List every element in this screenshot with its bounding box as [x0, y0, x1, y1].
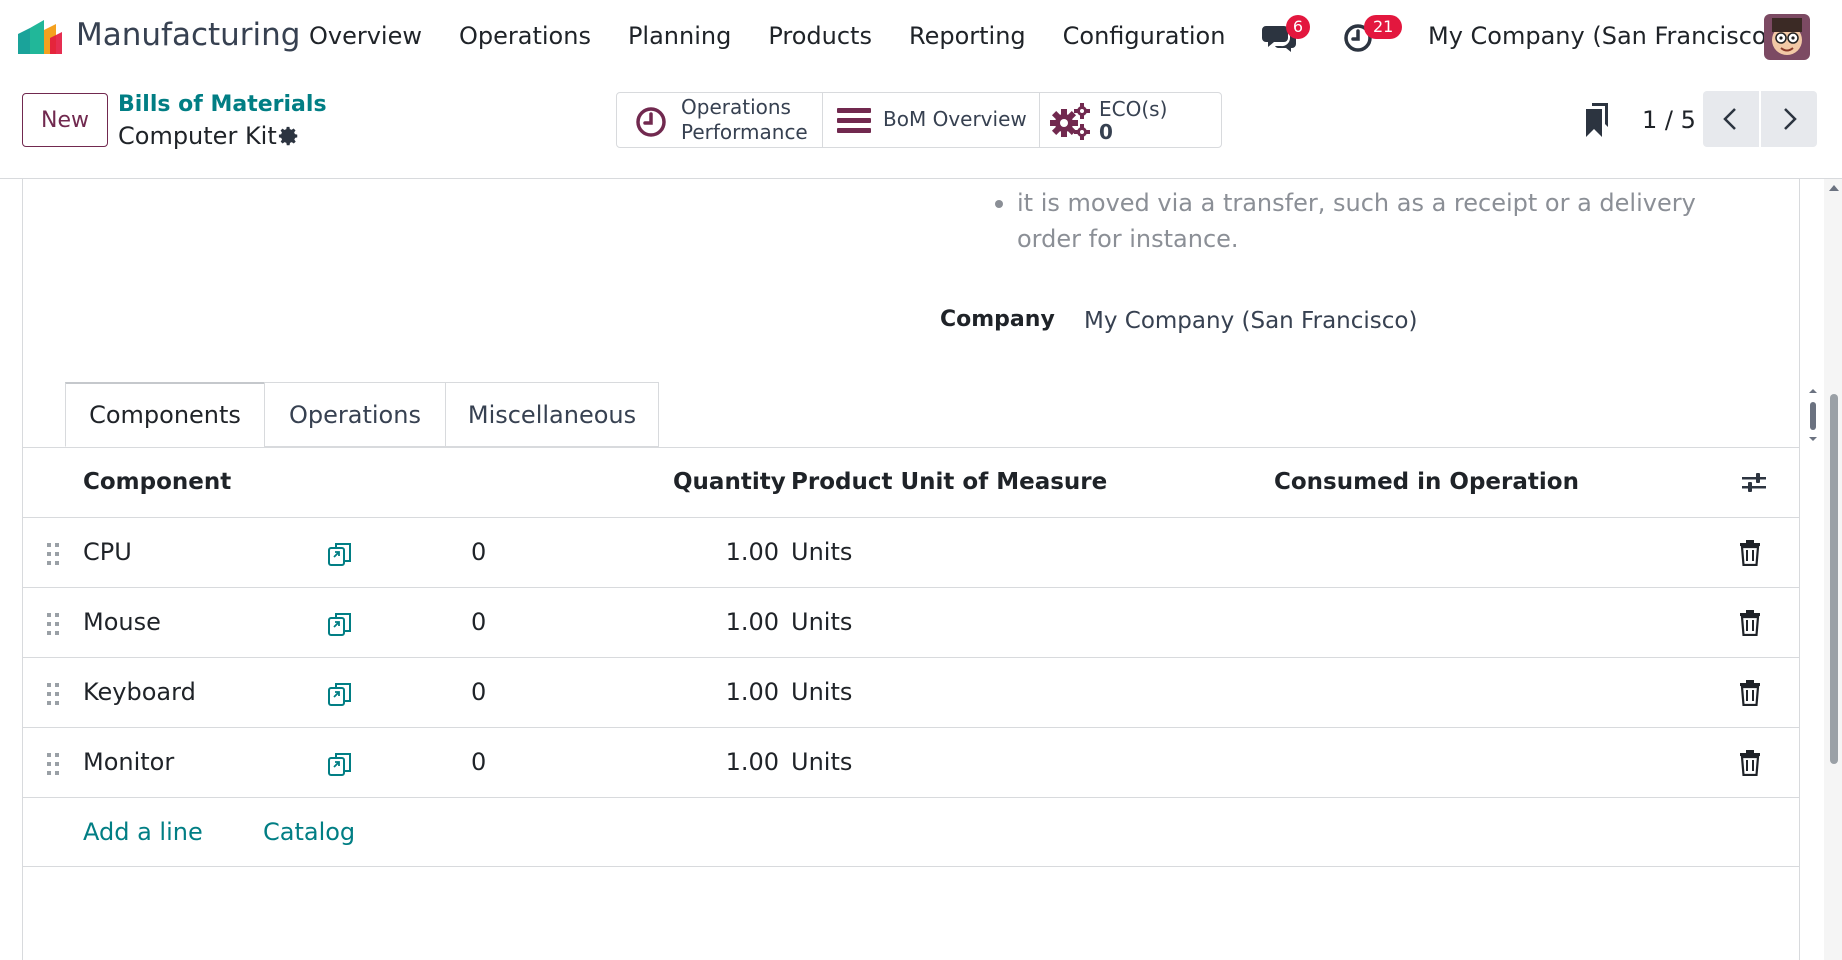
- scroll-up-arrow-icon[interactable]: [1828, 183, 1840, 193]
- user-avatar[interactable]: [1764, 14, 1810, 60]
- form-sheet: it is moved via a transfer, such as a re…: [22, 179, 1817, 960]
- control-panel: New Bills of Materials Computer Kit Oper…: [0, 76, 1842, 179]
- new-button[interactable]: New: [22, 93, 108, 147]
- trash-icon[interactable]: [1739, 680, 1761, 706]
- component-quantity[interactable]: 1.00: [726, 678, 779, 706]
- eco-count: 0: [1099, 120, 1113, 144]
- menu-configuration[interactable]: Configuration: [1063, 22, 1226, 50]
- notebook-tabs: Components Operations Miscellaneous: [65, 382, 659, 447]
- catalog-link[interactable]: Catalog: [263, 818, 355, 846]
- tab-miscellaneous[interactable]: Miscellaneous: [445, 382, 659, 447]
- tab-operations[interactable]: Operations: [264, 382, 446, 447]
- menu-planning[interactable]: Planning: [628, 22, 731, 50]
- gear-icon[interactable]: [278, 125, 300, 147]
- component-uom[interactable]: Units: [791, 608, 852, 636]
- trash-icon[interactable]: [1739, 610, 1761, 636]
- table-header: Component Quantity Product Unit of Measu…: [23, 448, 1799, 518]
- bom-overview-button[interactable]: BoM Overview: [823, 93, 1040, 147]
- company-switcher[interactable]: My Company (San Francisco): [1428, 22, 1776, 50]
- tabs-scrollbar[interactable]: [1805, 387, 1821, 443]
- eco-button[interactable]: ECO(s) 0: [1040, 93, 1221, 147]
- company-field-label: Company: [940, 307, 1055, 332]
- bullet-dot: [995, 200, 1003, 208]
- chevron-right-icon: [1784, 108, 1797, 130]
- column-consumed-in-operation[interactable]: Consumed in Operation: [1274, 469, 1579, 495]
- table-row[interactable]: Mouse 0 1.00 Units: [23, 588, 1799, 658]
- column-uom[interactable]: Product Unit of Measure: [791, 469, 1107, 495]
- smart-buttons: Operations Performance BoM Overview ECO(…: [616, 92, 1222, 148]
- list-bars-icon: [837, 108, 871, 133]
- add-line-row: Add a line Catalog: [23, 798, 1799, 867]
- gears-icon: [1050, 103, 1090, 140]
- trash-icon[interactable]: [1739, 540, 1761, 566]
- activities-badge: 21: [1364, 15, 1403, 39]
- pager-next-button[interactable]: [1761, 91, 1817, 147]
- copy-icon[interactable]: [326, 610, 354, 638]
- pager-previous-button[interactable]: [1703, 91, 1759, 147]
- menu-reporting[interactable]: Reporting: [909, 22, 1026, 50]
- operations-performance-line2: Performance: [681, 120, 808, 144]
- drag-handle-icon[interactable]: [45, 542, 61, 566]
- component-quantity[interactable]: 1.00: [726, 538, 779, 566]
- page-scrollbar-thumb[interactable]: [1830, 394, 1838, 764]
- table-row[interactable]: CPU 0 1.00 Units: [23, 518, 1799, 588]
- component-quantity[interactable]: 1.00: [726, 608, 779, 636]
- operations-performance-line1: Operations: [681, 95, 791, 119]
- drag-handle-icon[interactable]: [45, 612, 61, 636]
- component-extra-value: 0: [471, 678, 487, 706]
- column-component[interactable]: Component: [83, 469, 231, 495]
- copy-icon[interactable]: [326, 680, 354, 708]
- help-text-list: it is moved via a transfer, such as a re…: [995, 185, 1755, 257]
- component-name[interactable]: CPU: [83, 538, 132, 566]
- clock-icon: [636, 107, 666, 137]
- main-menu: Overview Operations Planning Products Re…: [309, 22, 1262, 50]
- manufacturing-app-icon[interactable]: [16, 20, 64, 56]
- drag-handle-icon[interactable]: [45, 752, 61, 776]
- menu-operations[interactable]: Operations: [459, 22, 591, 50]
- bookmarks-icon[interactable]: [1586, 103, 1608, 137]
- component-name[interactable]: Monitor: [83, 748, 174, 776]
- component-uom[interactable]: Units: [791, 678, 852, 706]
- component-name[interactable]: Keyboard: [83, 678, 196, 706]
- company-field-value[interactable]: My Company (San Francisco): [1084, 308, 1417, 334]
- menu-products[interactable]: Products: [768, 22, 872, 50]
- table-row[interactable]: Keyboard 0 1.00 Units: [23, 658, 1799, 728]
- component-uom[interactable]: Units: [791, 748, 852, 776]
- messages-badge: 6: [1286, 15, 1310, 39]
- trash-icon[interactable]: [1739, 750, 1761, 776]
- top-navbar: Manufacturing Overview Operations Planni…: [0, 0, 1842, 76]
- copy-icon[interactable]: [326, 750, 354, 778]
- drag-handle-icon[interactable]: [45, 682, 61, 706]
- breadcrumb-bills-of-materials[interactable]: Bills of Materials: [118, 92, 327, 117]
- breadcrumb-current-record: Computer Kit: [118, 122, 277, 150]
- app-name[interactable]: Manufacturing: [76, 17, 300, 53]
- chevron-left-icon: [1723, 108, 1736, 130]
- eco-label: ECO(s): [1099, 97, 1168, 121]
- table-row[interactable]: Monitor 0 1.00 Units: [23, 728, 1799, 798]
- component-extra-value: 0: [471, 538, 487, 566]
- optional-columns-icon[interactable]: [1741, 472, 1767, 494]
- component-quantity[interactable]: 1.00: [726, 748, 779, 776]
- help-text-item: it is moved via a transfer, such as a re…: [1017, 189, 1696, 253]
- pager-value[interactable]: 1 / 5: [1642, 106, 1696, 134]
- component-extra-value: 0: [471, 608, 487, 636]
- components-table: Component Quantity Product Unit of Measu…: [23, 448, 1799, 867]
- component-name[interactable]: Mouse: [83, 608, 161, 636]
- add-a-line-link[interactable]: Add a line: [83, 818, 203, 846]
- copy-icon[interactable]: [326, 540, 354, 568]
- bom-overview-label: BoM Overview: [883, 107, 1027, 131]
- column-quantity[interactable]: Quantity: [673, 469, 786, 495]
- operations-performance-button[interactable]: Operations Performance: [617, 93, 823, 147]
- menu-overview[interactable]: Overview: [309, 22, 422, 50]
- component-uom[interactable]: Units: [791, 538, 852, 566]
- form-content: it is moved via a transfer, such as a re…: [0, 179, 1842, 960]
- tab-components[interactable]: Components: [65, 382, 265, 447]
- component-extra-value: 0: [471, 748, 487, 776]
